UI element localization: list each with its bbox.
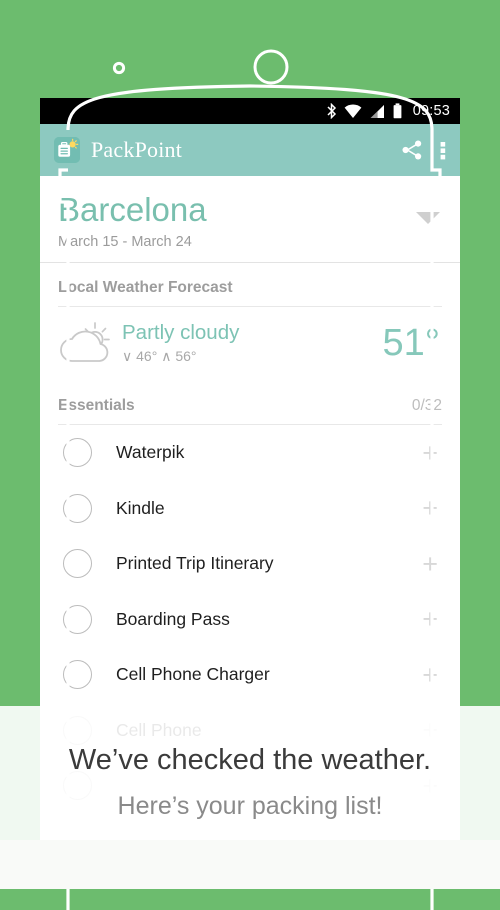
essentials-title: Essentials — [58, 397, 135, 414]
list-item[interactable]: Waterpik + — [58, 425, 442, 481]
wifi-icon — [344, 104, 362, 119]
item-checkbox[interactable] — [63, 549, 92, 579]
weather-section-head: Local Weather Forecast — [58, 263, 442, 306]
item-label: Boarding Pass — [116, 608, 230, 629]
weather-low-high: ∨ 46° ∧ 56° — [122, 348, 197, 364]
list-item[interactable]: Printed Trip Itinerary + — [58, 536, 442, 592]
plus-icon[interactable]: + — [422, 661, 442, 688]
caption-line-1: We’ve checked the weather. — [68, 744, 432, 776]
item-checkbox[interactable] — [63, 438, 92, 468]
essentials-section-head: Essentials 0/32 — [58, 381, 442, 424]
weather-section: Local Weather Forecast Partly cloudy ∨ 4… — [40, 263, 460, 381]
weather-row[interactable]: Partly cloudy ∨ 46° ∧ 56° 51° — [58, 307, 442, 381]
plus-icon[interactable]: + — [422, 495, 442, 522]
item-label: Cell Phone Charger — [116, 664, 270, 685]
essentials-section: Essentials 0/32 — [40, 381, 460, 425]
weather-section-title: Local Weather Forecast — [58, 279, 233, 296]
caption-block: We’ve checked the weather. Here’s your p… — [0, 706, 500, 889]
item-checkbox[interactable] — [63, 604, 92, 634]
trip-header[interactable]: Barcelona March 15 - March 24 — [40, 176, 460, 262]
caption-line-2: Here’s your packing list! — [117, 792, 383, 820]
cell-signal-icon — [369, 104, 385, 119]
item-label: Waterpik — [116, 442, 185, 463]
list-item[interactable]: Kindle + — [58, 481, 442, 537]
plus-icon[interactable]: + — [422, 606, 442, 633]
item-label: Printed Trip Itinerary — [116, 553, 274, 574]
camera-dot-icon — [112, 61, 126, 75]
item-checkbox[interactable] — [63, 493, 92, 523]
item-label: Kindle — [116, 497, 165, 518]
plus-icon[interactable]: + — [422, 439, 442, 466]
action-bar: PackPoint — [40, 124, 460, 176]
list-item[interactable]: Boarding Pass + — [58, 592, 442, 648]
packpoint-suitcase-sun-icon — [54, 137, 80, 163]
status-bar: 09:53 — [40, 98, 460, 124]
app-title: PackPoint — [91, 137, 183, 162]
overflow-menu-icon[interactable] — [440, 138, 446, 162]
essentials-count: 0/32 — [411, 397, 442, 414]
share-icon[interactable] — [400, 138, 424, 162]
weather-temperature: 51° — [382, 322, 440, 364]
partly-cloudy-icon — [58, 320, 116, 366]
battery-icon — [392, 103, 403, 119]
item-checkbox[interactable] — [63, 660, 92, 690]
bluetooth-icon — [326, 103, 337, 119]
trip-dates: March 15 - March 24 — [58, 234, 192, 250]
chevron-down-icon[interactable] — [416, 212, 440, 224]
weather-text: Partly cloudy ∨ 46° ∧ 56° — [116, 321, 383, 365]
status-bar-clock: 09:53 — [412, 103, 450, 119]
weather-condition: Partly cloudy — [122, 321, 240, 344]
list-item[interactable]: Cell Phone Charger + — [58, 647, 442, 703]
trip-city: Barcelona — [58, 191, 207, 228]
speaker-circle-icon — [253, 49, 289, 85]
plus-icon[interactable]: + — [422, 550, 442, 577]
